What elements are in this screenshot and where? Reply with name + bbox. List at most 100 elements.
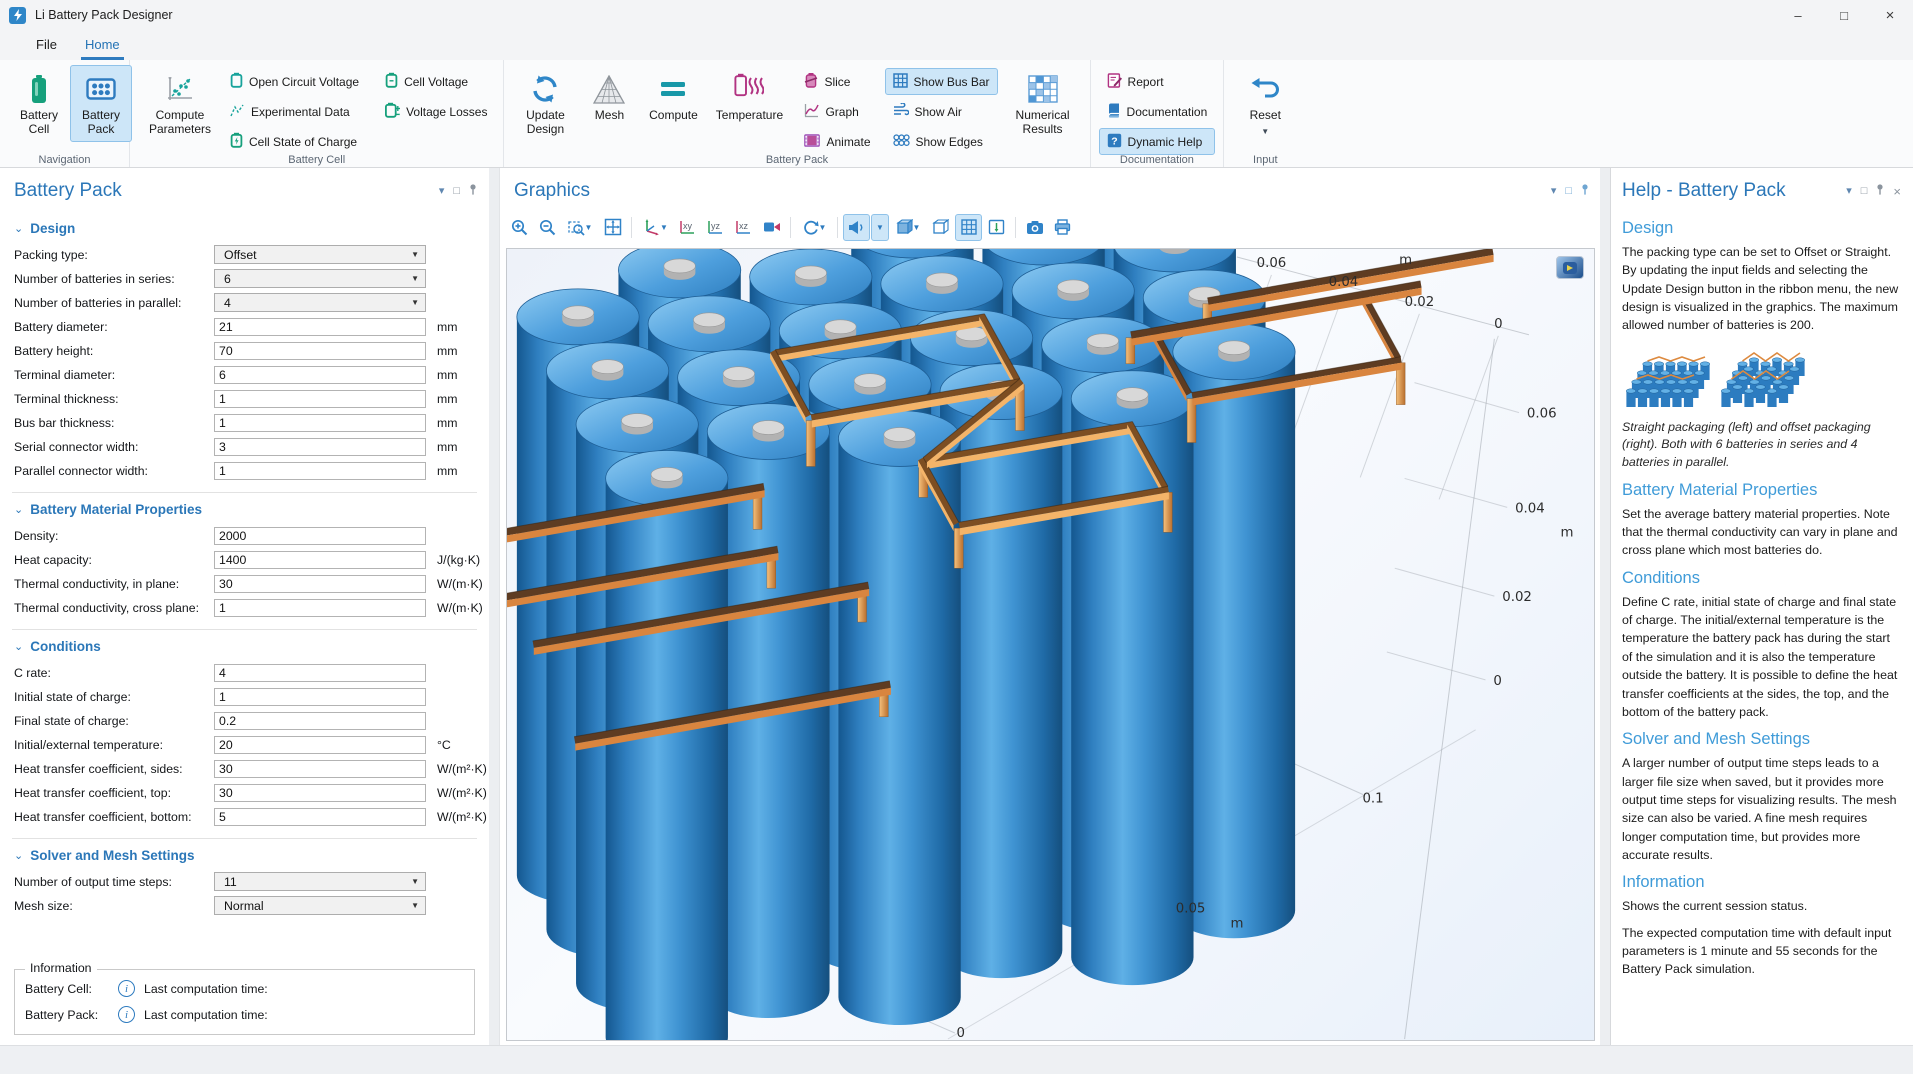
battery-height-input[interactable] <box>214 342 426 360</box>
slice-button[interactable]: Slice <box>796 68 878 95</box>
go-to-xz-view-button[interactable]: xz <box>730 214 757 241</box>
menu-file[interactable]: File <box>22 37 71 60</box>
settings-panel-float-icon[interactable]: □ <box>453 186 460 197</box>
rotate-view-button[interactable]: ▼ <box>796 214 832 241</box>
show-bus-bar-button[interactable]: Show Bus Bar <box>885 68 998 95</box>
mesh-button[interactable]: Mesh <box>578 65 640 128</box>
parallel-connector-width-input[interactable] <box>214 462 426 480</box>
plot-data-button[interactable] <box>983 214 1010 241</box>
cell-state-of-charge-button[interactable]: Cell State of Charge <box>222 128 367 155</box>
heat-transfer-bottom-input[interactable] <box>214 808 426 826</box>
heat-transfer-top-input[interactable] <box>214 784 426 802</box>
view-orientation-button[interactable]: ▼ <box>637 214 673 241</box>
batteries-in-series-select[interactable]: 6▼ <box>214 269 426 288</box>
settings-panel-pin-icon[interactable] <box>469 184 477 198</box>
default-view-button[interactable] <box>758 214 785 241</box>
heat-capacity-input[interactable] <box>214 551 426 569</box>
compute-parameters-icon <box>165 73 195 105</box>
help-panel-pin-icon[interactable] <box>1876 184 1884 198</box>
settings-panel-menu-icon[interactable]: ▾ <box>439 186 445 197</box>
zoom-in-button[interactable] <box>506 214 533 241</box>
thermal-conductivity-in-plane-input[interactable] <box>214 575 426 593</box>
field-bus-bar-thickness: Bus bar thickness: mm <box>14 411 475 434</box>
temperature-button[interactable]: Temperature <box>706 65 792 128</box>
transparency-button[interactable] <box>927 214 954 241</box>
scene-light-dropdown-button[interactable]: ▼ <box>871 214 889 241</box>
show-grid-button[interactable] <box>955 214 982 241</box>
initial-external-temperature-input[interactable] <box>214 736 426 754</box>
menu-home[interactable]: Home <box>71 37 134 60</box>
field-density: Density: <box>14 524 475 547</box>
reset-button[interactable]: Reset ▼ <box>1232 65 1298 141</box>
scene-light-button[interactable] <box>843 214 870 241</box>
info-icon[interactable]: i <box>118 1006 135 1023</box>
help-panel-float-icon[interactable]: □ <box>1861 186 1868 197</box>
section-battery-material-properties[interactable]: ⌄Battery Material Properties <box>14 502 475 517</box>
comsol-logo-button[interactable] <box>1556 256 1584 279</box>
cell-state-of-charge-icon <box>230 132 243 151</box>
section-conditions[interactable]: ⌄Conditions <box>14 639 475 654</box>
screenshot-button[interactable] <box>1021 214 1048 241</box>
field-heat-capacity: Heat capacity: J/(kg·K) <box>14 548 475 571</box>
reset-dropdown-caret-icon[interactable]: ▼ <box>1261 127 1269 136</box>
c-rate-input[interactable] <box>214 664 426 682</box>
graphics-panel-pin-icon[interactable] <box>1581 184 1589 198</box>
information-row-battery-cell: Battery Cell: i Last computation time: <box>25 977 464 1000</box>
update-design-button[interactable]: Update Design <box>512 65 578 142</box>
battery-diameter-input[interactable] <box>214 318 426 336</box>
bus-bar-thickness-input[interactable] <box>214 414 426 432</box>
close-button[interactable]: × <box>1867 0 1913 30</box>
info-icon[interactable]: i <box>118 980 135 997</box>
initial-state-of-charge-input[interactable] <box>214 688 426 706</box>
graphics-panel-float-icon[interactable]: □ <box>1565 186 1572 197</box>
compute-parameters-button[interactable]: Compute Parameters <box>138 65 222 142</box>
density-input[interactable] <box>214 527 426 545</box>
section-solver-and-mesh[interactable]: ⌄Solver and Mesh Settings <box>14 848 475 863</box>
zoom-out-button[interactable] <box>534 214 561 241</box>
heat-transfer-sides-input[interactable] <box>214 760 426 778</box>
help-panel-menu-icon[interactable]: ▾ <box>1846 186 1852 197</box>
print-button[interactable] <box>1049 214 1076 241</box>
documentation-button[interactable]: Documentation <box>1099 98 1216 125</box>
maximize-button[interactable]: □ <box>1821 0 1867 30</box>
terminal-thickness-input[interactable] <box>214 390 426 408</box>
help-panel-close-icon[interactable]: × <box>1893 185 1901 198</box>
voltage-losses-button[interactable]: Voltage Losses <box>377 98 495 125</box>
compute-button[interactable]: Compute <box>640 65 706 128</box>
go-to-xy-view-button[interactable]: xy <box>674 214 701 241</box>
dynamic-help-button[interactable]: ? Dynamic Help <box>1099 128 1216 155</box>
report-button[interactable]: Report <box>1099 68 1216 95</box>
splitter-right[interactable] <box>1600 168 1610 1046</box>
axis-tick: 0 <box>957 1026 965 1040</box>
graphics-canvas-3d-view[interactable]: 0.06 0.04 0.02 0 m 0.06 0.04 0.02 0 m 0.… <box>506 248 1595 1041</box>
experimental-data-button[interactable]: Experimental Data <box>222 98 367 125</box>
splitter-left[interactable] <box>489 168 499 1046</box>
battery-cell-button[interactable]: Battery Cell <box>8 65 70 142</box>
show-air-button[interactable]: Show Air <box>885 98 998 125</box>
serial-connector-width-input[interactable] <box>214 438 426 456</box>
view-settings-button[interactable]: ▼ <box>890 214 926 241</box>
graph-button[interactable]: Graph <box>796 98 878 125</box>
zoom-box-button[interactable]: ▼ <box>562 214 598 241</box>
final-state-of-charge-input[interactable] <box>214 712 426 730</box>
section-design[interactable]: ⌄Design <box>14 221 475 236</box>
zoom-extents-button[interactable] <box>599 214 626 241</box>
terminal-diameter-input[interactable] <box>214 366 426 384</box>
battery-pack-3d-scene: 0.06 0.04 0.02 0 m 0.06 0.04 0.02 0 m 0.… <box>507 249 1594 1040</box>
thermal-conductivity-cross-plane-input[interactable] <box>214 599 426 617</box>
animate-button[interactable]: Animate <box>796 128 878 155</box>
battery-pack-button[interactable]: Battery Pack <box>70 65 132 142</box>
packing-type-select[interactable]: Offset▼ <box>214 245 426 264</box>
graphics-panel-menu-icon[interactable]: ▾ <box>1551 186 1557 197</box>
output-time-steps-select[interactable]: 11▼ <box>214 872 426 891</box>
batteries-in-parallel-select[interactable]: 4▼ <box>214 293 426 312</box>
mesh-size-select[interactable]: Normal▼ <box>214 896 426 915</box>
open-circuit-voltage-button[interactable]: Open Circuit Voltage <box>222 68 367 95</box>
minimize-button[interactable]: – <box>1775 0 1821 30</box>
cell-voltage-button[interactable]: Cell Voltage <box>377 68 495 95</box>
show-edges-button[interactable]: Show Edges <box>885 128 998 155</box>
chevron-down-icon: ▼ <box>411 298 419 307</box>
information-row-battery-pack: Battery Pack: i Last computation time: <box>25 1003 464 1026</box>
numerical-results-button[interactable]: Numerical Results <box>1004 65 1082 142</box>
go-to-yz-view-button[interactable]: yz <box>702 214 729 241</box>
